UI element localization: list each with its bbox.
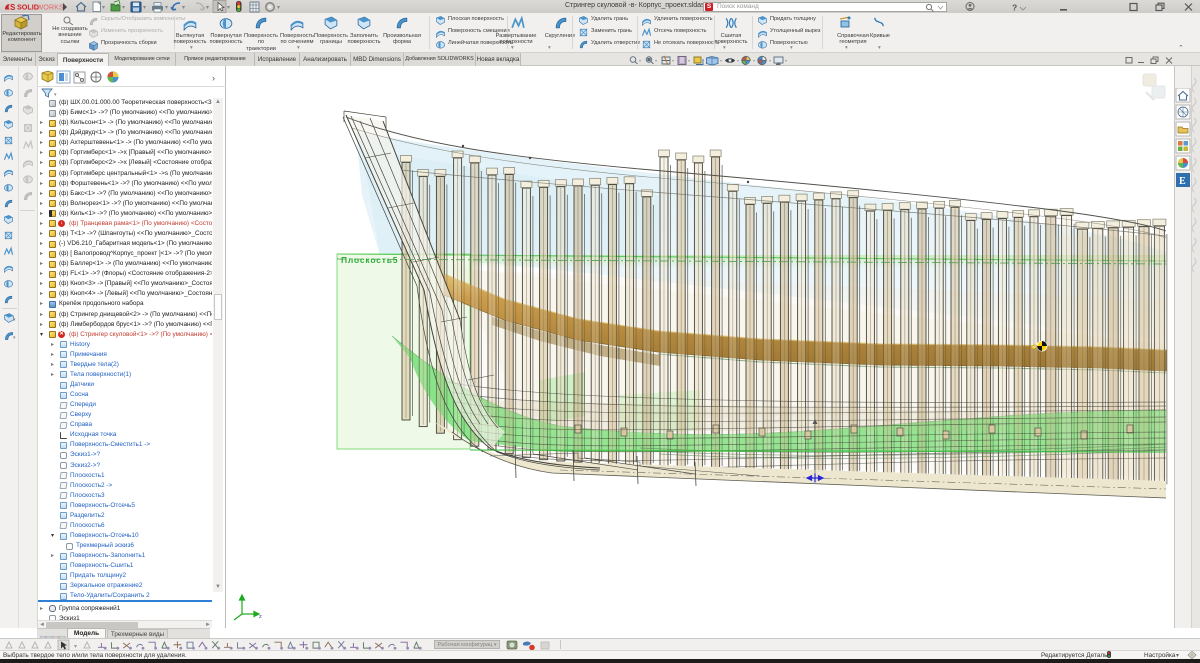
svg-text:▾: ▾ bbox=[227, 5, 230, 11]
svg-text:▾: ▾ bbox=[143, 5, 146, 11]
svg-text:▾: ▾ bbox=[655, 58, 657, 63]
svg-text:▾: ▾ bbox=[102, 5, 105, 11]
svg-text:▾: ▾ bbox=[753, 58, 755, 63]
svg-text:Плоскость5: Плоскость5 bbox=[341, 255, 398, 265]
svg-text:▾: ▾ bbox=[182, 5, 185, 11]
svg-text:▾: ▾ bbox=[769, 58, 771, 63]
svg-text:▾: ▾ bbox=[122, 5, 125, 11]
svg-text:WORKS: WORKS bbox=[37, 3, 64, 12]
svg-text:▾: ▾ bbox=[277, 5, 280, 11]
svg-text:z: z bbox=[259, 614, 262, 620]
svg-text:▾: ▾ bbox=[737, 58, 739, 63]
svg-text:E: E bbox=[1179, 176, 1186, 187]
svg-text:▾: ▾ bbox=[639, 58, 641, 63]
svg-text:▾: ▾ bbox=[785, 58, 787, 63]
svg-text:▾: ▾ bbox=[672, 58, 674, 63]
svg-text:▾: ▾ bbox=[206, 5, 209, 11]
svg-text:▾: ▾ bbox=[165, 5, 168, 11]
svg-text:▾: ▾ bbox=[688, 58, 690, 63]
svg-text:?: ? bbox=[1012, 3, 1017, 13]
svg-text:S: S bbox=[10, 3, 16, 12]
svg-text:▾: ▾ bbox=[720, 58, 722, 63]
svg-text:›: › bbox=[212, 73, 215, 83]
